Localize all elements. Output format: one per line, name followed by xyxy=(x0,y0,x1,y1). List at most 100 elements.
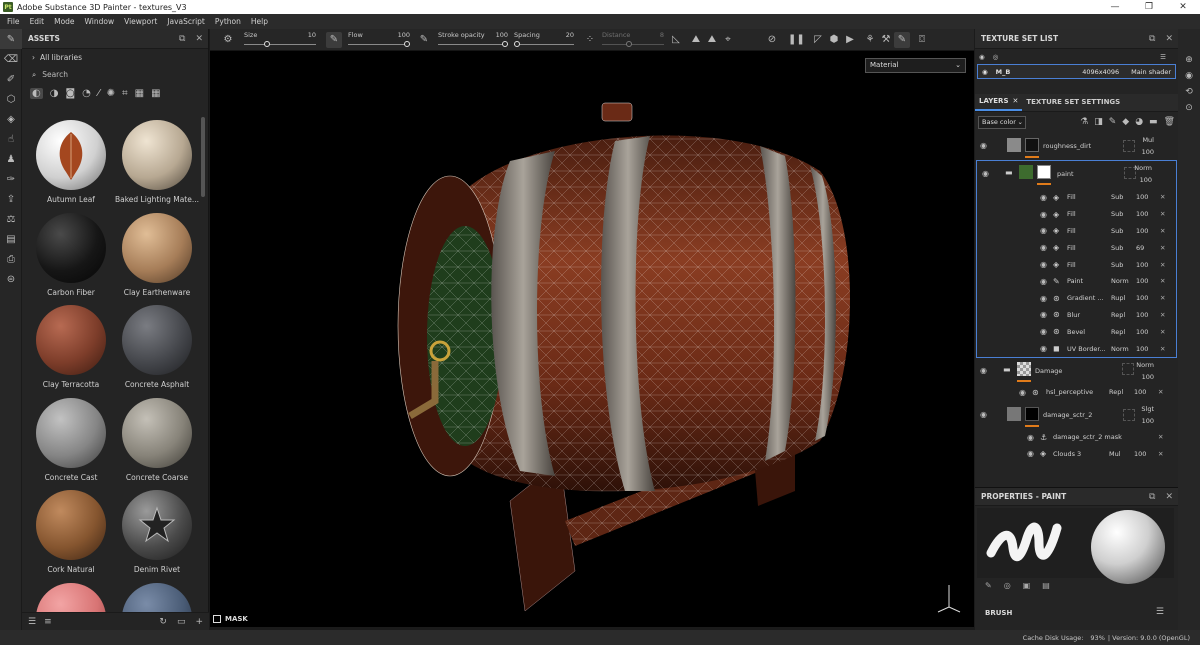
blend-mode[interactable]: Sub xyxy=(1111,227,1123,235)
effect-opacity[interactable]: 100 xyxy=(1134,388,1146,396)
grid-view-icon[interactable]: ▦ xyxy=(151,88,160,99)
eye-icon[interactable]: ◉ xyxy=(1019,388,1026,397)
effect-opacity[interactable]: 100 xyxy=(1136,277,1148,285)
eye-icon[interactable]: ◉ xyxy=(1040,327,1047,336)
remove-effect-icon[interactable]: ✕ xyxy=(1160,294,1165,302)
blend-mode[interactable]: Norm xyxy=(1111,277,1129,285)
menu-help[interactable]: Help xyxy=(246,17,273,26)
bake-tool-icon[interactable]: ⇪ xyxy=(0,189,22,209)
effect-row[interactable]: ◉ ◈ Fill Sub 100 ✕ xyxy=(977,206,1176,223)
blend-mode[interactable]: Norm xyxy=(1111,345,1129,353)
add-fill-layer-icon[interactable]: ◆ xyxy=(1122,117,1129,127)
smart-materials-filter-icon[interactable]: ◑ xyxy=(50,88,59,99)
effect-row[interactable]: ◉ ◈ Fill Sub 100 ✕ xyxy=(977,189,1176,206)
texture-set-item[interactable]: ◉ M_B 4096x4096 Main shader xyxy=(977,64,1176,79)
effect-opacity[interactable]: 100 xyxy=(1136,294,1148,302)
slider-knob[interactable] xyxy=(514,40,520,47)
display-settings-icon[interactable]: ⊕ xyxy=(1178,52,1200,68)
effect-row[interactable]: ◉ ◈ Fill Sub 69 ✕ xyxy=(977,239,1176,256)
visibility-icon[interactable]: ◉ xyxy=(979,53,985,61)
3d-viewport[interactable]: Material ⌄ MASK xyxy=(210,51,974,627)
asset-item[interactable]: Autumn Leaf xyxy=(28,117,114,210)
stroke-opacity-slider[interactable]: Stroke opacity 100 xyxy=(438,29,508,51)
brush-settings-icon[interactable]: ⚙ xyxy=(220,34,236,45)
delete-layer-icon[interactable]: 🗑 xyxy=(1164,117,1175,127)
effect-row[interactable]: ◉ ◈ Fill Sub 100 ✕ xyxy=(977,256,1176,273)
effect-row[interactable]: ◉ ⊛ hsl_perceptive Repl 100 ✕ xyxy=(975,384,1178,401)
layer-opacity[interactable]: 100 xyxy=(1142,417,1154,425)
layer-row[interactable]: ◉ damage_sctr_2 Slgt 100 xyxy=(975,401,1178,429)
effect-opacity[interactable]: 100 xyxy=(1136,227,1148,235)
new-window-icon[interactable]: ▭ xyxy=(177,617,186,627)
layer-opacity[interactable]: 100 xyxy=(1142,373,1154,381)
effect-opacity[interactable]: 100 xyxy=(1136,210,1148,218)
layer-mask-slot[interactable] xyxy=(1122,362,1134,375)
remove-effect-icon[interactable]: ✕ xyxy=(1160,277,1165,285)
menu-mode[interactable]: Mode xyxy=(49,17,79,26)
close-panel-icon[interactable]: ✕ xyxy=(1165,492,1173,502)
asset-search[interactable]: ⌕ Search xyxy=(22,66,208,83)
add-icon[interactable]: + xyxy=(195,617,203,627)
settings-list-icon[interactable]: ☰ xyxy=(1160,53,1166,61)
tab-texture-set-settings[interactable]: TEXTURE SET SETTINGS xyxy=(1022,93,1124,111)
pressure-flow-icon[interactable]: ✎ xyxy=(416,34,432,45)
smudge-tool-icon[interactable]: ☝ xyxy=(0,129,22,149)
video-icon[interactable]: ▶ xyxy=(842,34,858,45)
log-icon[interactable]: ⊙ xyxy=(1178,100,1200,116)
brush-menu-icon[interactable]: ☰ xyxy=(1156,607,1164,617)
effect-row[interactable]: ◉ ◈ Clouds 3 Mul 100 ✕ xyxy=(975,446,1178,463)
sort-icon[interactable]: ≡ xyxy=(44,617,52,627)
layer-mask-slot[interactable] xyxy=(1123,140,1135,152)
blend-mode[interactable]: Mul xyxy=(1142,136,1154,144)
brush-mode-icon[interactable]: ✎ xyxy=(894,31,910,48)
shader-settings-icon[interactable]: ◉ xyxy=(1178,68,1200,84)
eye-icon[interactable]: ◉ xyxy=(1040,226,1047,235)
effect-opacity[interactable]: 100 xyxy=(1136,328,1148,336)
search-placeholder[interactable]: Search xyxy=(42,70,68,79)
eye-icon[interactable]: ◉ xyxy=(980,410,987,419)
tab-layers[interactable]: LAYERS ✕ xyxy=(975,93,1023,111)
distance-slider[interactable]: Distance 8 xyxy=(602,29,664,51)
clone-tool-icon[interactable]: ♟ xyxy=(0,149,22,169)
undock-icon[interactable]: ⧉ xyxy=(1149,492,1155,502)
slider-knob[interactable] xyxy=(264,40,270,47)
menu-file[interactable]: File xyxy=(2,17,25,26)
pressure-size-icon[interactable]: ✎ xyxy=(326,31,342,48)
eye-icon[interactable]: ◉ xyxy=(1040,210,1047,219)
remove-effect-icon[interactable]: ✕ xyxy=(1158,388,1163,396)
flow-slider[interactable]: Flow 100 xyxy=(348,29,410,51)
add-paint-layer-icon[interactable]: ✎ xyxy=(1109,117,1117,127)
eye-icon[interactable]: ◉ xyxy=(1040,310,1047,319)
tiling-icon[interactable]: ⌖ xyxy=(720,34,736,45)
add-folder-icon[interactable]: ▬ xyxy=(1149,117,1158,127)
texture-set-shader[interactable]: Main shader xyxy=(1131,68,1171,76)
size-value[interactable]: 10 xyxy=(308,31,316,39)
effect-opacity[interactable]: 100 xyxy=(1136,345,1148,353)
environments-filter-icon[interactable]: ▦ xyxy=(135,88,144,99)
menu-python[interactable]: Python xyxy=(210,17,246,26)
eye-icon[interactable]: ◉ xyxy=(1040,294,1047,303)
stroke-opacity-value[interactable]: 100 xyxy=(496,31,508,39)
asset-item[interactable]: Denim Rivet xyxy=(114,487,200,580)
split-view-icon[interactable]: ⚘ xyxy=(862,34,878,45)
remove-effect-icon[interactable]: ✕ xyxy=(1160,210,1165,218)
eye-icon[interactable]: ◉ xyxy=(982,169,989,178)
refresh-icon[interactable]: ↻ xyxy=(159,617,167,627)
eraser-tool-icon[interactable]: ⌫ xyxy=(0,49,22,69)
layer-opacity[interactable]: 100 xyxy=(1140,176,1152,184)
blend-mode[interactable]: Sub xyxy=(1111,193,1123,201)
undock-icon[interactable]: ⧉ xyxy=(179,34,185,44)
blend-mode[interactable]: Sub xyxy=(1111,261,1123,269)
effect-row[interactable]: ◉ ◼ UV Border... Norm 100 ✕ xyxy=(977,340,1176,357)
eye-icon[interactable]: ◉ xyxy=(1027,449,1034,458)
effect-opacity[interactable]: 100 xyxy=(1136,311,1148,319)
eye-icon[interactable]: ◉ xyxy=(1040,277,1047,286)
eye-icon[interactable]: ◉ xyxy=(1040,260,1047,269)
layer-opacity[interactable]: 100 xyxy=(1142,148,1154,156)
filter-list-icon[interactable]: ☰ xyxy=(28,617,36,627)
paint-mode-icon[interactable]: ⚒ xyxy=(878,34,894,45)
material-picker-tool-icon[interactable]: ⚖ xyxy=(0,209,22,229)
paint-brush-tool-icon[interactable]: ✎ xyxy=(0,29,22,49)
eye-icon[interactable]: ◉ xyxy=(1040,193,1047,202)
maximize-button[interactable]: ❐ xyxy=(1132,0,1166,14)
